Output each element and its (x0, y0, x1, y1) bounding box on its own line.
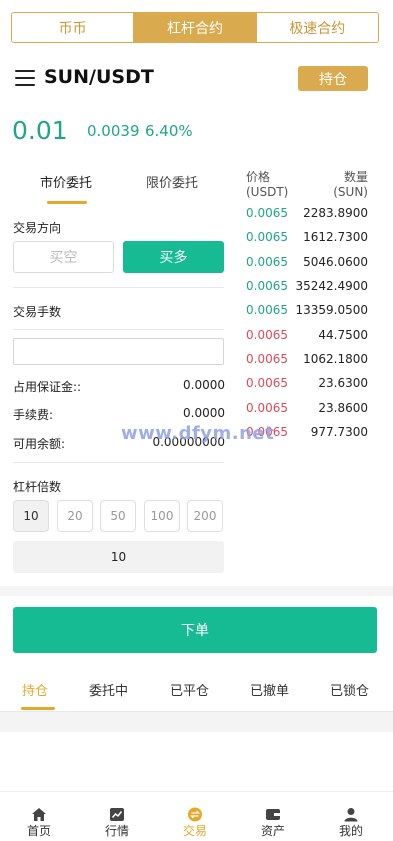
positions-button[interactable]: 持仓 (298, 66, 368, 91)
order-book-price[interactable]: 0.0065 (246, 255, 288, 269)
tab-limit-order[interactable]: 限价委托 (146, 172, 198, 191)
order-tab-indicator (47, 201, 87, 204)
wallet-icon (266, 809, 280, 820)
bottom-nav: 首页 行情 交易 资产 我的 (0, 791, 393, 841)
tab-open-orders[interactable]: 委托中 (89, 680, 128, 699)
nav-label: 资产 (260, 824, 285, 838)
price-change-percent: 6.40% (145, 122, 193, 140)
order-book-price[interactable]: 0.0065 (246, 328, 288, 342)
tab-spot[interactable]: 币币 (12, 13, 133, 42)
order-book-qty: 35242.4900 (295, 279, 368, 293)
order-book-qty-header: 数量 (SUN) (333, 170, 368, 199)
order-book-price[interactable]: 0.0065 (246, 279, 288, 293)
available-balance-label: 可用余额: (13, 437, 66, 451)
order-book-price[interactable]: 0.0065 (246, 206, 288, 220)
leverage-option-10[interactable]: 10 (13, 500, 49, 532)
nav-assets[interactable]: 资产 (234, 792, 312, 841)
leverage-option-50[interactable]: 50 (100, 500, 136, 532)
order-book-qty: 44.7500 (318, 328, 368, 342)
nav-home[interactable]: 首页 (0, 792, 78, 841)
tab-cancelled[interactable]: 已撤单 (250, 680, 289, 699)
leverage-label: 杠杆倍数 (13, 480, 62, 494)
margin-value: 0.0000 (183, 378, 225, 392)
order-book-qty: 1062.1800 (303, 352, 368, 366)
leverage-option-100[interactable]: 100 (144, 500, 180, 532)
trading-pair-title[interactable]: SUN/USDT (44, 66, 154, 88)
divider (13, 287, 224, 288)
user-icon (344, 808, 358, 822)
tab-locked[interactable]: 已锁仓 (330, 680, 369, 699)
last-price: 0.01 (12, 116, 68, 145)
tab-leverage-contract[interactable]: 杠杆合约 (133, 13, 256, 42)
margin-label: 占用保证金:: (13, 380, 82, 394)
order-book-qty: 23.6300 (318, 376, 368, 390)
nav-label: 我的 (338, 824, 363, 838)
price-change: 0.0039 (87, 122, 140, 140)
tab-fast-contract[interactable]: 极速合约 (255, 13, 378, 42)
hamburger-menu-icon[interactable] (15, 70, 35, 86)
position-tab-indicator (21, 707, 55, 710)
divider (13, 462, 224, 463)
place-order-button[interactable]: 下单 (13, 607, 377, 653)
leverage-option-200[interactable]: 200 (187, 500, 223, 532)
order-book-price[interactable]: 0.0065 (246, 352, 288, 366)
direction-label: 交易方向 (13, 221, 62, 235)
order-book-price[interactable]: 0.0065 (246, 303, 288, 317)
tab-positions[interactable]: 持仓 (22, 680, 48, 699)
section-gap (0, 712, 393, 732)
nav-trade[interactable]: 交易 (156, 792, 234, 841)
chart-icon (110, 808, 124, 821)
nav-profile[interactable]: 我的 (312, 792, 390, 841)
order-book-qty: 977.7300 (310, 425, 368, 439)
fee-label: 手续费: (13, 408, 54, 422)
watermark: www.dfym.net (121, 423, 275, 444)
order-book-price[interactable]: 0.0065 (246, 376, 288, 390)
home-icon (32, 808, 46, 821)
buy-long-button[interactable]: 买多 (123, 241, 224, 273)
fee-value: 0.0000 (183, 406, 225, 420)
tab-closed[interactable]: 已平仓 (170, 680, 209, 699)
market-type-tabs: 币币 杠杆合约 极速合约 (11, 12, 379, 43)
quantity-label: 交易手数 (13, 305, 62, 319)
order-book-qty: 1612.7300 (303, 230, 368, 244)
order-book-price-header: 价格 (USDT) (246, 170, 289, 199)
nav-label: 首页 (26, 824, 51, 838)
nav-label: 行情 (104, 824, 129, 838)
trade-icon (188, 807, 202, 822)
order-book-qty: 23.8600 (318, 401, 368, 415)
nav-label: 交易 (182, 824, 207, 838)
order-book-price[interactable]: 0.0065 (246, 401, 288, 415)
divider (13, 329, 224, 330)
nav-market[interactable]: 行情 (78, 792, 156, 841)
leverage-display[interactable]: 10 (13, 541, 224, 573)
section-gap (0, 586, 393, 596)
order-book-qty: 2283.8900 (303, 206, 368, 220)
leverage-option-20[interactable]: 20 (57, 500, 93, 532)
order-book-price[interactable]: 0.0065 (246, 230, 288, 244)
order-book-qty: 5046.0600 (303, 255, 368, 269)
quantity-input[interactable] (13, 338, 224, 365)
tab-market-order[interactable]: 市价委托 (40, 172, 92, 191)
order-book-qty: 13359.0500 (295, 303, 368, 317)
sell-short-button[interactable]: 买空 (13, 241, 114, 273)
